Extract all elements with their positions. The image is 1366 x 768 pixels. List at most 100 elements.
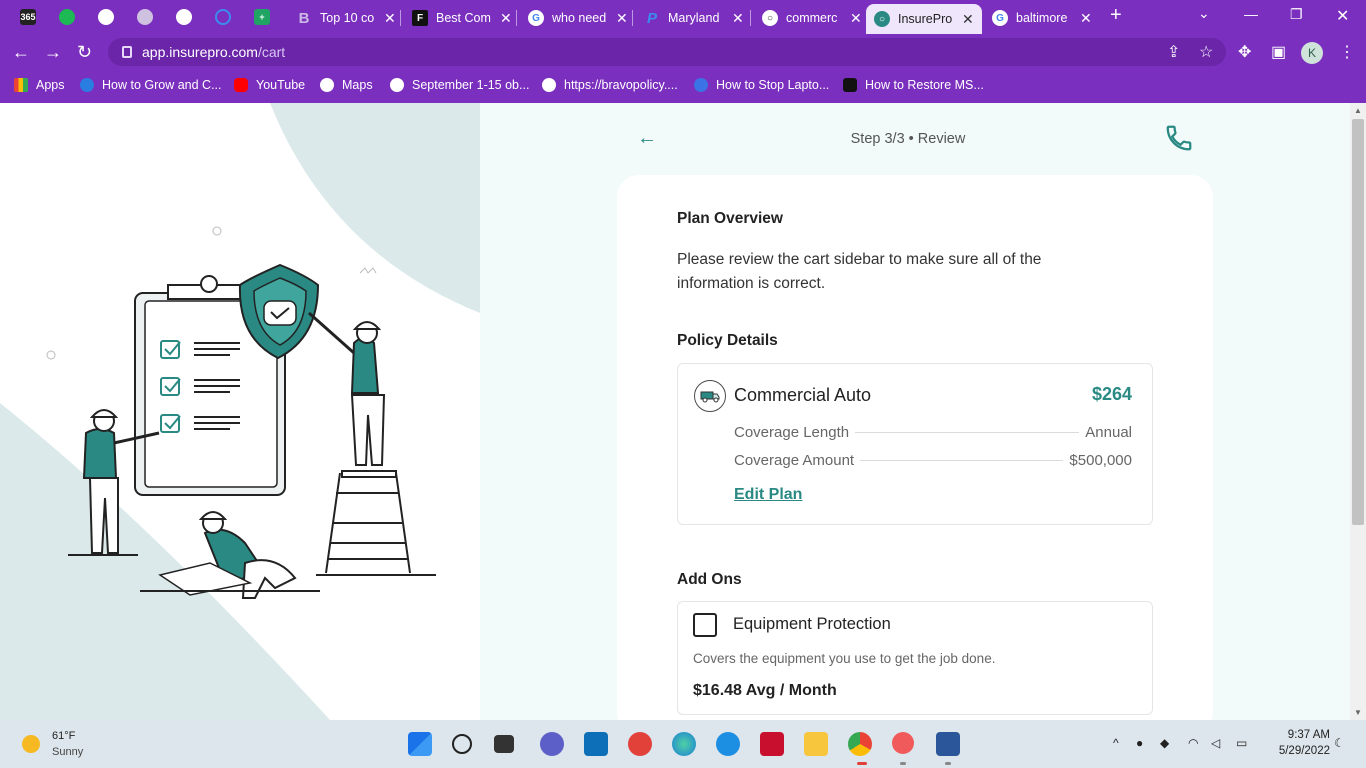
- bookmark-item[interactable]: September 1-15 ob...: [390, 76, 529, 94]
- tab-search-icon[interactable]: ⌄: [1198, 5, 1210, 22]
- pinned-tab-web-3[interactable]: [171, 6, 197, 28]
- app-icon[interactable]: [628, 732, 652, 756]
- search-icon[interactable]: [452, 734, 472, 754]
- close-icon[interactable]: ✕: [732, 10, 744, 27]
- bookmark-youtube[interactable]: YouTube: [234, 76, 305, 94]
- pinned-tab-office[interactable]: 365: [15, 6, 41, 28]
- chrome-icon[interactable]: [848, 732, 872, 756]
- minimize-icon[interactable]: —: [1244, 6, 1258, 22]
- tab-separator: [516, 10, 517, 26]
- tab-favicon: F: [412, 10, 428, 26]
- asana-icon[interactable]: [892, 732, 914, 754]
- scroll-down-arrow-icon[interactable]: ▼: [1354, 708, 1362, 717]
- pinned-tab-spotify[interactable]: [54, 6, 80, 28]
- show-hidden-icons-icon[interactable]: ^: [1113, 736, 1119, 750]
- pinned-tab-web-1[interactable]: [93, 6, 119, 28]
- globe-icon: ○: [762, 10, 778, 26]
- addon-price: $16.48 Avg / Month: [693, 682, 837, 699]
- reload-icon[interactable]: ↻: [77, 42, 92, 63]
- coverage-amount-row: Coverage Amount $500,000: [734, 452, 1132, 469]
- tab-1[interactable]: F Best Com ✕: [404, 4, 514, 32]
- volume-icon[interactable]: ◁: [1211, 736, 1220, 750]
- back-nav-icon[interactable]: ←: [12, 42, 30, 63]
- apps-grid-icon: [14, 78, 28, 92]
- side-panel-icon[interactable]: ▣: [1271, 42, 1286, 62]
- bookmark-star-icon[interactable]: ☆: [1199, 42, 1213, 62]
- tab-separator: [632, 10, 633, 26]
- equipment-protection-checkbox[interactable]: [693, 613, 717, 637]
- url-path: /cart: [257, 44, 286, 60]
- page-scrollbar[interactable]: ▲ ▼: [1350, 103, 1366, 720]
- clock-date[interactable]: 5/29/2022: [1260, 745, 1330, 757]
- notifications-icon[interactable]: ☾: [1334, 736, 1345, 750]
- bookmark-item[interactable]: https://bravopolicy....: [542, 76, 678, 94]
- bookmark-item[interactable]: How to Restore MS...: [843, 76, 984, 94]
- site-icon: [843, 78, 857, 92]
- profile-avatar[interactable]: K: [1301, 42, 1323, 64]
- bookmark-label: Maps: [342, 78, 373, 92]
- clock-time[interactable]: 9:37 AM: [1270, 729, 1330, 741]
- globe-icon: [320, 78, 334, 92]
- close-icon[interactable]: ✕: [850, 10, 862, 27]
- task-view-icon[interactable]: [494, 735, 514, 753]
- help-icon[interactable]: [716, 732, 740, 756]
- bookmark-label: YouTube: [256, 78, 306, 92]
- edge-icon[interactable]: [672, 732, 696, 756]
- forward-nav-icon[interactable]: →: [44, 42, 62, 63]
- store-icon[interactable]: [584, 732, 608, 756]
- addon-card: Equipment Protection Covers the equipmen…: [677, 601, 1153, 715]
- tab-2[interactable]: G who need ✕: [520, 4, 630, 32]
- tray-dropbox-icon[interactable]: ◆: [1160, 736, 1169, 750]
- share-icon[interactable]: ⇪: [1167, 42, 1180, 62]
- scrollbar-thumb[interactable]: [1352, 119, 1364, 525]
- restore-icon[interactable]: ❐: [1290, 6, 1303, 23]
- tab-3[interactable]: P Maryland ✕: [636, 4, 748, 32]
- site-icon: [80, 78, 94, 92]
- chat-icon[interactable]: [540, 732, 564, 756]
- weather-temperature[interactable]: 61°F: [52, 730, 75, 742]
- menu-kebab-icon[interactable]: ⋮: [1339, 42, 1355, 62]
- close-window-icon[interactable]: ✕: [1336, 6, 1349, 26]
- bookmark-item[interactable]: How to Grow and C...: [80, 76, 222, 94]
- commercial-auto-icon: [694, 380, 726, 412]
- tray-app-icon[interactable]: ●: [1136, 736, 1143, 750]
- scroll-up-arrow-icon[interactable]: ▲: [1354, 106, 1362, 115]
- sun-icon[interactable]: [22, 735, 40, 753]
- browser-frame: 365 + B Top 10 co ✕ F Best Com ✕ G who n…: [0, 0, 1366, 103]
- close-icon[interactable]: ✕: [962, 11, 974, 28]
- tab-4[interactable]: ○ commerc ✕: [754, 4, 864, 32]
- wifi-icon[interactable]: ◠: [1188, 736, 1198, 750]
- word-icon[interactable]: [936, 732, 960, 756]
- close-icon[interactable]: ✕: [500, 10, 512, 27]
- bookmark-item[interactable]: How to Stop Lapto...: [694, 76, 829, 94]
- pinned-tab-web-2[interactable]: [132, 6, 158, 28]
- pinned-tab-sheets[interactable]: +: [249, 6, 275, 28]
- url-input[interactable]: app.insurepro.com/cart: [108, 38, 1226, 66]
- battery-icon[interactable]: ▭: [1236, 736, 1247, 750]
- edit-plan-link[interactable]: Edit Plan: [734, 486, 802, 504]
- pinned-tab-cortana[interactable]: [210, 6, 236, 28]
- weather-condition[interactable]: Sunny: [52, 746, 83, 758]
- workers-clipboard-illustration: [0, 103, 480, 720]
- tab-title: commerc: [786, 11, 838, 25]
- close-icon[interactable]: ✕: [1080, 10, 1092, 27]
- addon-description: Covers the equipment you use to get the …: [693, 651, 996, 666]
- bookmark-label: How to Stop Lapto...: [716, 78, 830, 92]
- tab-0[interactable]: B Top 10 co ✕: [288, 4, 398, 32]
- file-explorer-icon[interactable]: [804, 732, 828, 756]
- tab-favicon: P: [646, 9, 657, 27]
- close-icon[interactable]: ✕: [616, 10, 628, 27]
- bookmark-apps[interactable]: Apps: [14, 76, 65, 94]
- tab-separator: [750, 10, 751, 26]
- new-tab-button[interactable]: +: [1110, 4, 1122, 27]
- bookmark-maps[interactable]: Maps: [320, 76, 373, 94]
- tab-6[interactable]: G baltimore ✕: [984, 4, 1094, 32]
- tab-5-active[interactable]: ○ InsurePro ✕: [866, 4, 982, 34]
- extensions-icon[interactable]: ✥: [1238, 42, 1251, 62]
- bookmark-label: September 1-15 ob...: [412, 78, 530, 92]
- phone-icon[interactable]: [1164, 123, 1194, 158]
- phone-icon-svg: [1166, 125, 1192, 151]
- close-icon[interactable]: ✕: [384, 10, 396, 27]
- mcafee-icon[interactable]: [760, 732, 784, 756]
- windows-start-icon[interactable]: [408, 732, 432, 756]
